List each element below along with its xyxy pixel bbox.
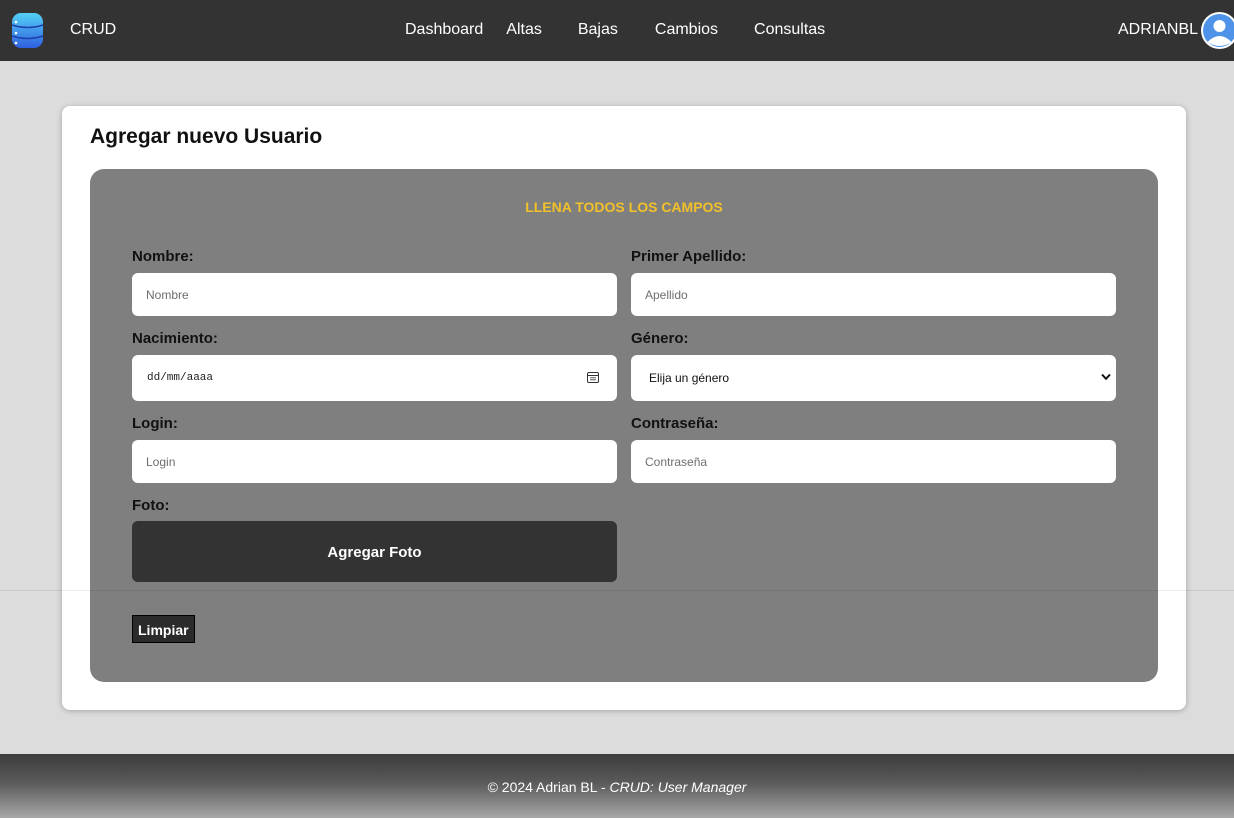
- form-instructions: LLENA TODOS LOS CAMPOS: [525, 199, 723, 215]
- calendar-icon[interactable]: [587, 371, 599, 383]
- agregar-foto-button[interactable]: Agregar Foto: [132, 521, 617, 582]
- login-input[interactable]: [132, 440, 617, 483]
- limpiar-button[interactable]: Limpiar: [132, 615, 195, 643]
- nacimiento-label: Nacimiento:: [132, 330, 218, 347]
- content-card: Agregar nuevo Usuario LLENA TODOS LOS CA…: [62, 106, 1186, 710]
- nav-link-bajas[interactable]: Bajas: [578, 21, 618, 39]
- brand-name[interactable]: CRUD: [70, 21, 116, 39]
- footer-app-name: CRUD: User Manager: [609, 779, 747, 795]
- nav-link-cambios[interactable]: Cambios: [655, 21, 718, 39]
- navbar: CRUD Dashboard Altas Bajas Cambios Consu…: [0, 0, 1234, 61]
- user-form: LLENA TODOS LOS CAMPOS Nombre: Primer Ap…: [90, 169, 1158, 682]
- genero-label: Género:: [631, 330, 689, 347]
- chevron-down-icon: [1101, 373, 1111, 381]
- login-label: Login:: [132, 415, 178, 432]
- main-nav: Dashboard Altas Bajas Cambios Consultas: [405, 21, 825, 39]
- footer: © 2024 Adrian BL - CRUD: User Manager: [0, 754, 1234, 818]
- database-icon[interactable]: [11, 12, 44, 49]
- nacimiento-date-input[interactable]: dd/mm/aaaa: [132, 355, 617, 401]
- page-title: Agregar nuevo Usuario: [90, 125, 323, 148]
- divider: [0, 590, 1234, 591]
- genero-selected: Elija un género: [649, 371, 730, 385]
- apellido-label: Primer Apellido:: [631, 248, 747, 265]
- footer-copyright: © 2024 Adrian BL -: [487, 779, 610, 795]
- nav-link-altas[interactable]: Altas: [506, 21, 542, 39]
- footer-text: © 2024 Adrian BL - CRUD: User Manager: [0, 779, 1234, 795]
- date-value: dd/mm/aaaa: [147, 372, 214, 384]
- nav-link-consultas[interactable]: Consultas: [754, 21, 825, 39]
- genero-select[interactable]: Elija un género: [631, 355, 1116, 401]
- nav-link-dashboard[interactable]: Dashboard: [405, 21, 483, 39]
- user-name[interactable]: ADRIANBL: [1118, 21, 1198, 39]
- apellido-input[interactable]: [631, 273, 1116, 316]
- nombre-label: Nombre:: [132, 248, 194, 265]
- user-avatar-icon[interactable]: [1201, 12, 1234, 49]
- foto-label: Foto:: [132, 497, 170, 514]
- password-input[interactable]: [631, 440, 1116, 483]
- password-label: Contraseña:: [631, 415, 719, 432]
- nombre-input[interactable]: [132, 273, 617, 316]
